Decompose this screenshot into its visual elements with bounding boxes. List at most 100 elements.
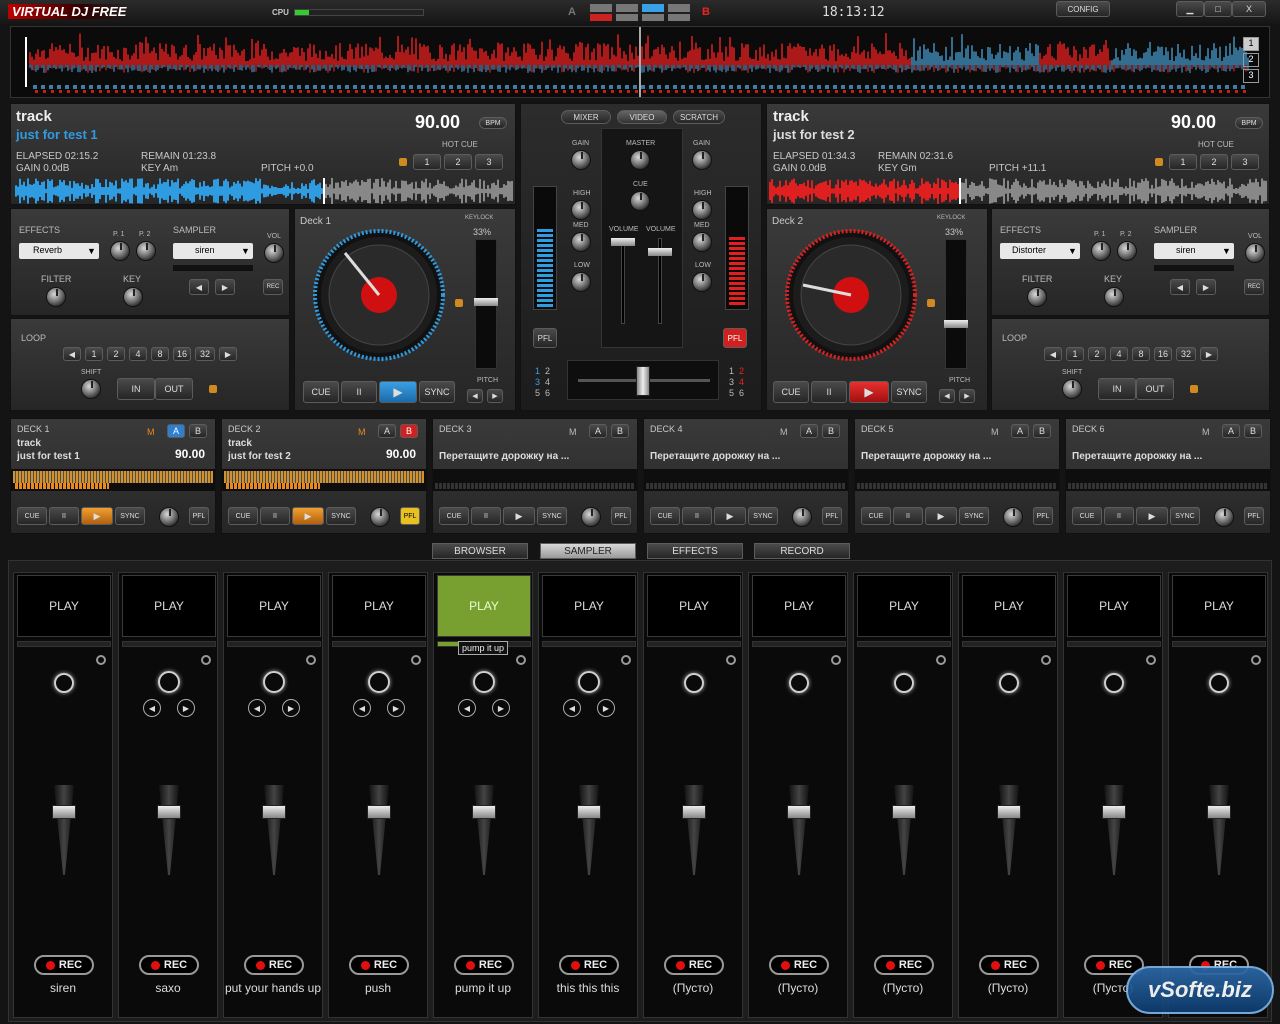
- minideck-pfl-button[interactable]: PFL: [822, 507, 842, 525]
- deck2-sync-button[interactable]: SYNC: [891, 381, 927, 403]
- minideck-b-button[interactable]: B: [1244, 424, 1262, 438]
- deck2-loop-next-icon[interactable]: ▶: [1200, 347, 1218, 361]
- deck1-hotcue-1[interactable]: 1: [413, 154, 441, 170]
- minideck-volume-knob[interactable]: [1214, 507, 1234, 527]
- minideck-play-button[interactable]: ▶: [1136, 507, 1168, 525]
- deck1-sampler-next-icon[interactable]: ▶: [215, 279, 235, 295]
- deck2-loop-lock-icon[interactable]: [1190, 385, 1198, 393]
- minideck-volume-knob[interactable]: [1003, 507, 1023, 527]
- sampler-options-icon[interactable]: [306, 655, 316, 665]
- volume-left-fader[interactable]: [611, 238, 635, 246]
- sampler-volume-fader[interactable]: [892, 805, 916, 819]
- sampler-play-button[interactable]: PLAY: [437, 575, 531, 637]
- cf-right-3[interactable]: 3: [729, 377, 734, 387]
- deck1-loop-prev-icon[interactable]: ◀: [63, 347, 81, 361]
- deck2-hotcue-2[interactable]: 2: [1200, 154, 1228, 170]
- minideck-sync-button[interactable]: SYNC: [1170, 507, 1200, 525]
- minideck-waveform[interactable]: [433, 469, 637, 491]
- deck2-sampler-next-icon[interactable]: ▶: [1196, 279, 1216, 295]
- deck2-hotcue-3[interactable]: 3: [1231, 154, 1259, 170]
- minideck-cue-button[interactable]: CUE: [650, 507, 680, 525]
- minideck-b-button[interactable]: B: [189, 424, 207, 438]
- deck1-rec-button[interactable]: REC: [263, 279, 283, 295]
- deck1-loop-16[interactable]: 16: [173, 347, 191, 361]
- sampler-volume-fader[interactable]: [157, 805, 181, 819]
- sampler-loop-icon[interactable]: [684, 673, 704, 693]
- cf-right-4[interactable]: 4: [739, 377, 744, 387]
- minideck-pfl-button[interactable]: PFL: [400, 507, 420, 525]
- deck1-pitch-up-icon[interactable]: ▶: [487, 389, 503, 403]
- sampler-rec-button[interactable]: REC: [244, 955, 304, 975]
- crossfader-right-numbers[interactable]: 1 2 3 4 5 6: [729, 366, 753, 399]
- sampler-options-icon[interactable]: [516, 655, 526, 665]
- deck1-p1-knob[interactable]: [110, 241, 130, 261]
- deck2-pause-button[interactable]: II: [811, 381, 847, 403]
- gain-left-knob[interactable]: [571, 150, 591, 170]
- sampler-options-icon[interactable]: [411, 655, 421, 665]
- sampler-rec-button[interactable]: REC: [559, 955, 619, 975]
- overview-waveform[interactable]: 1 2 3: [10, 26, 1270, 98]
- cf-left-1[interactable]: 1: [535, 366, 540, 376]
- deck2-loop-32[interactable]: 32: [1176, 347, 1196, 361]
- deck2-bpm-button[interactable]: BPM: [1235, 117, 1263, 129]
- deck2-cue-button[interactable]: CUE: [773, 381, 809, 403]
- cue-mix-knob[interactable]: [630, 191, 650, 211]
- cf-right-5[interactable]: 5: [729, 388, 734, 398]
- tab-scratch[interactable]: SCRATCH: [673, 110, 725, 124]
- minideck-mute[interactable]: M: [147, 427, 155, 437]
- sampler-loop-icon[interactable]: [789, 673, 809, 693]
- sampler-loop-icon[interactable]: [999, 673, 1019, 693]
- deck2-loop-in[interactable]: IN: [1098, 378, 1136, 400]
- minideck-waveform[interactable]: [855, 469, 1059, 491]
- deck2-loop-16[interactable]: 16: [1154, 347, 1172, 361]
- deck2-p2-knob[interactable]: [1117, 241, 1137, 261]
- minideck-mute[interactable]: M: [1202, 427, 1210, 437]
- deck1-cue-button[interactable]: CUE: [303, 381, 339, 403]
- deck2-loop-2[interactable]: 2: [1088, 347, 1106, 361]
- minideck-pause-button[interactable]: II: [49, 507, 79, 525]
- minideck-b-button[interactable]: B: [611, 424, 629, 438]
- sampler-play-button[interactable]: PLAY: [1172, 575, 1266, 637]
- deck1-p2-knob[interactable]: [136, 241, 156, 261]
- sampler-options-icon[interactable]: [936, 655, 946, 665]
- minideck-volume-knob[interactable]: [581, 507, 601, 527]
- sampler-options-icon[interactable]: [1041, 655, 1051, 665]
- sampler-options-icon[interactable]: [1251, 655, 1261, 665]
- minideck-cue-button[interactable]: CUE: [1072, 507, 1102, 525]
- sampler-loop-icon[interactable]: [263, 671, 285, 693]
- master-knob[interactable]: [630, 150, 650, 170]
- tab-effects[interactable]: EFFECTS: [647, 543, 743, 559]
- minideck-a-button[interactable]: A: [800, 424, 818, 438]
- deck2-jog-wheel[interactable]: [783, 227, 919, 363]
- cf-right-6[interactable]: 6: [739, 388, 744, 398]
- minideck-sync-button[interactable]: SYNC: [326, 507, 356, 525]
- sampler-options-icon[interactable]: [96, 655, 106, 665]
- sampler-prev-icon[interactable]: ◀: [458, 699, 476, 717]
- sampler-play-button[interactable]: PLAY: [1067, 575, 1161, 637]
- deck2-loop-prev-icon[interactable]: ◀: [1044, 347, 1062, 361]
- sampler-play-button[interactable]: PLAY: [542, 575, 636, 637]
- cf-left-5[interactable]: 5: [535, 388, 540, 398]
- sampler-next-icon[interactable]: ▶: [597, 699, 615, 717]
- sampler-loop-icon[interactable]: [1209, 673, 1229, 693]
- deck2-pitch-up-icon[interactable]: ▶: [959, 389, 975, 403]
- minideck-mute[interactable]: M: [780, 427, 788, 437]
- deck1-shift-knob[interactable]: [81, 379, 101, 399]
- deck1-waveform[interactable]: [15, 178, 513, 204]
- cf-left-6[interactable]: 6: [545, 388, 550, 398]
- minideck-cue-button[interactable]: CUE: [228, 507, 258, 525]
- sampler-volume-fader[interactable]: [577, 805, 601, 819]
- minideck-a-button[interactable]: A: [589, 424, 607, 438]
- deck1-hotcue-2[interactable]: 2: [444, 154, 472, 170]
- minideck-waveform[interactable]: [222, 469, 426, 491]
- deck1-key-knob[interactable]: [123, 287, 143, 307]
- cf-left-2[interactable]: 2: [545, 366, 550, 376]
- sampler-volume-fader[interactable]: [262, 805, 286, 819]
- sampler-options-icon[interactable]: [726, 655, 736, 665]
- deck1-filter-knob[interactable]: [46, 287, 66, 307]
- deck1-pitch-slider[interactable]: [474, 239, 498, 369]
- deck1-loop-1[interactable]: 1: [85, 347, 103, 361]
- deck1-loop-2[interactable]: 2: [107, 347, 125, 361]
- minideck-play-button[interactable]: ▶: [925, 507, 957, 525]
- deck2-loop-1[interactable]: 1: [1066, 347, 1084, 361]
